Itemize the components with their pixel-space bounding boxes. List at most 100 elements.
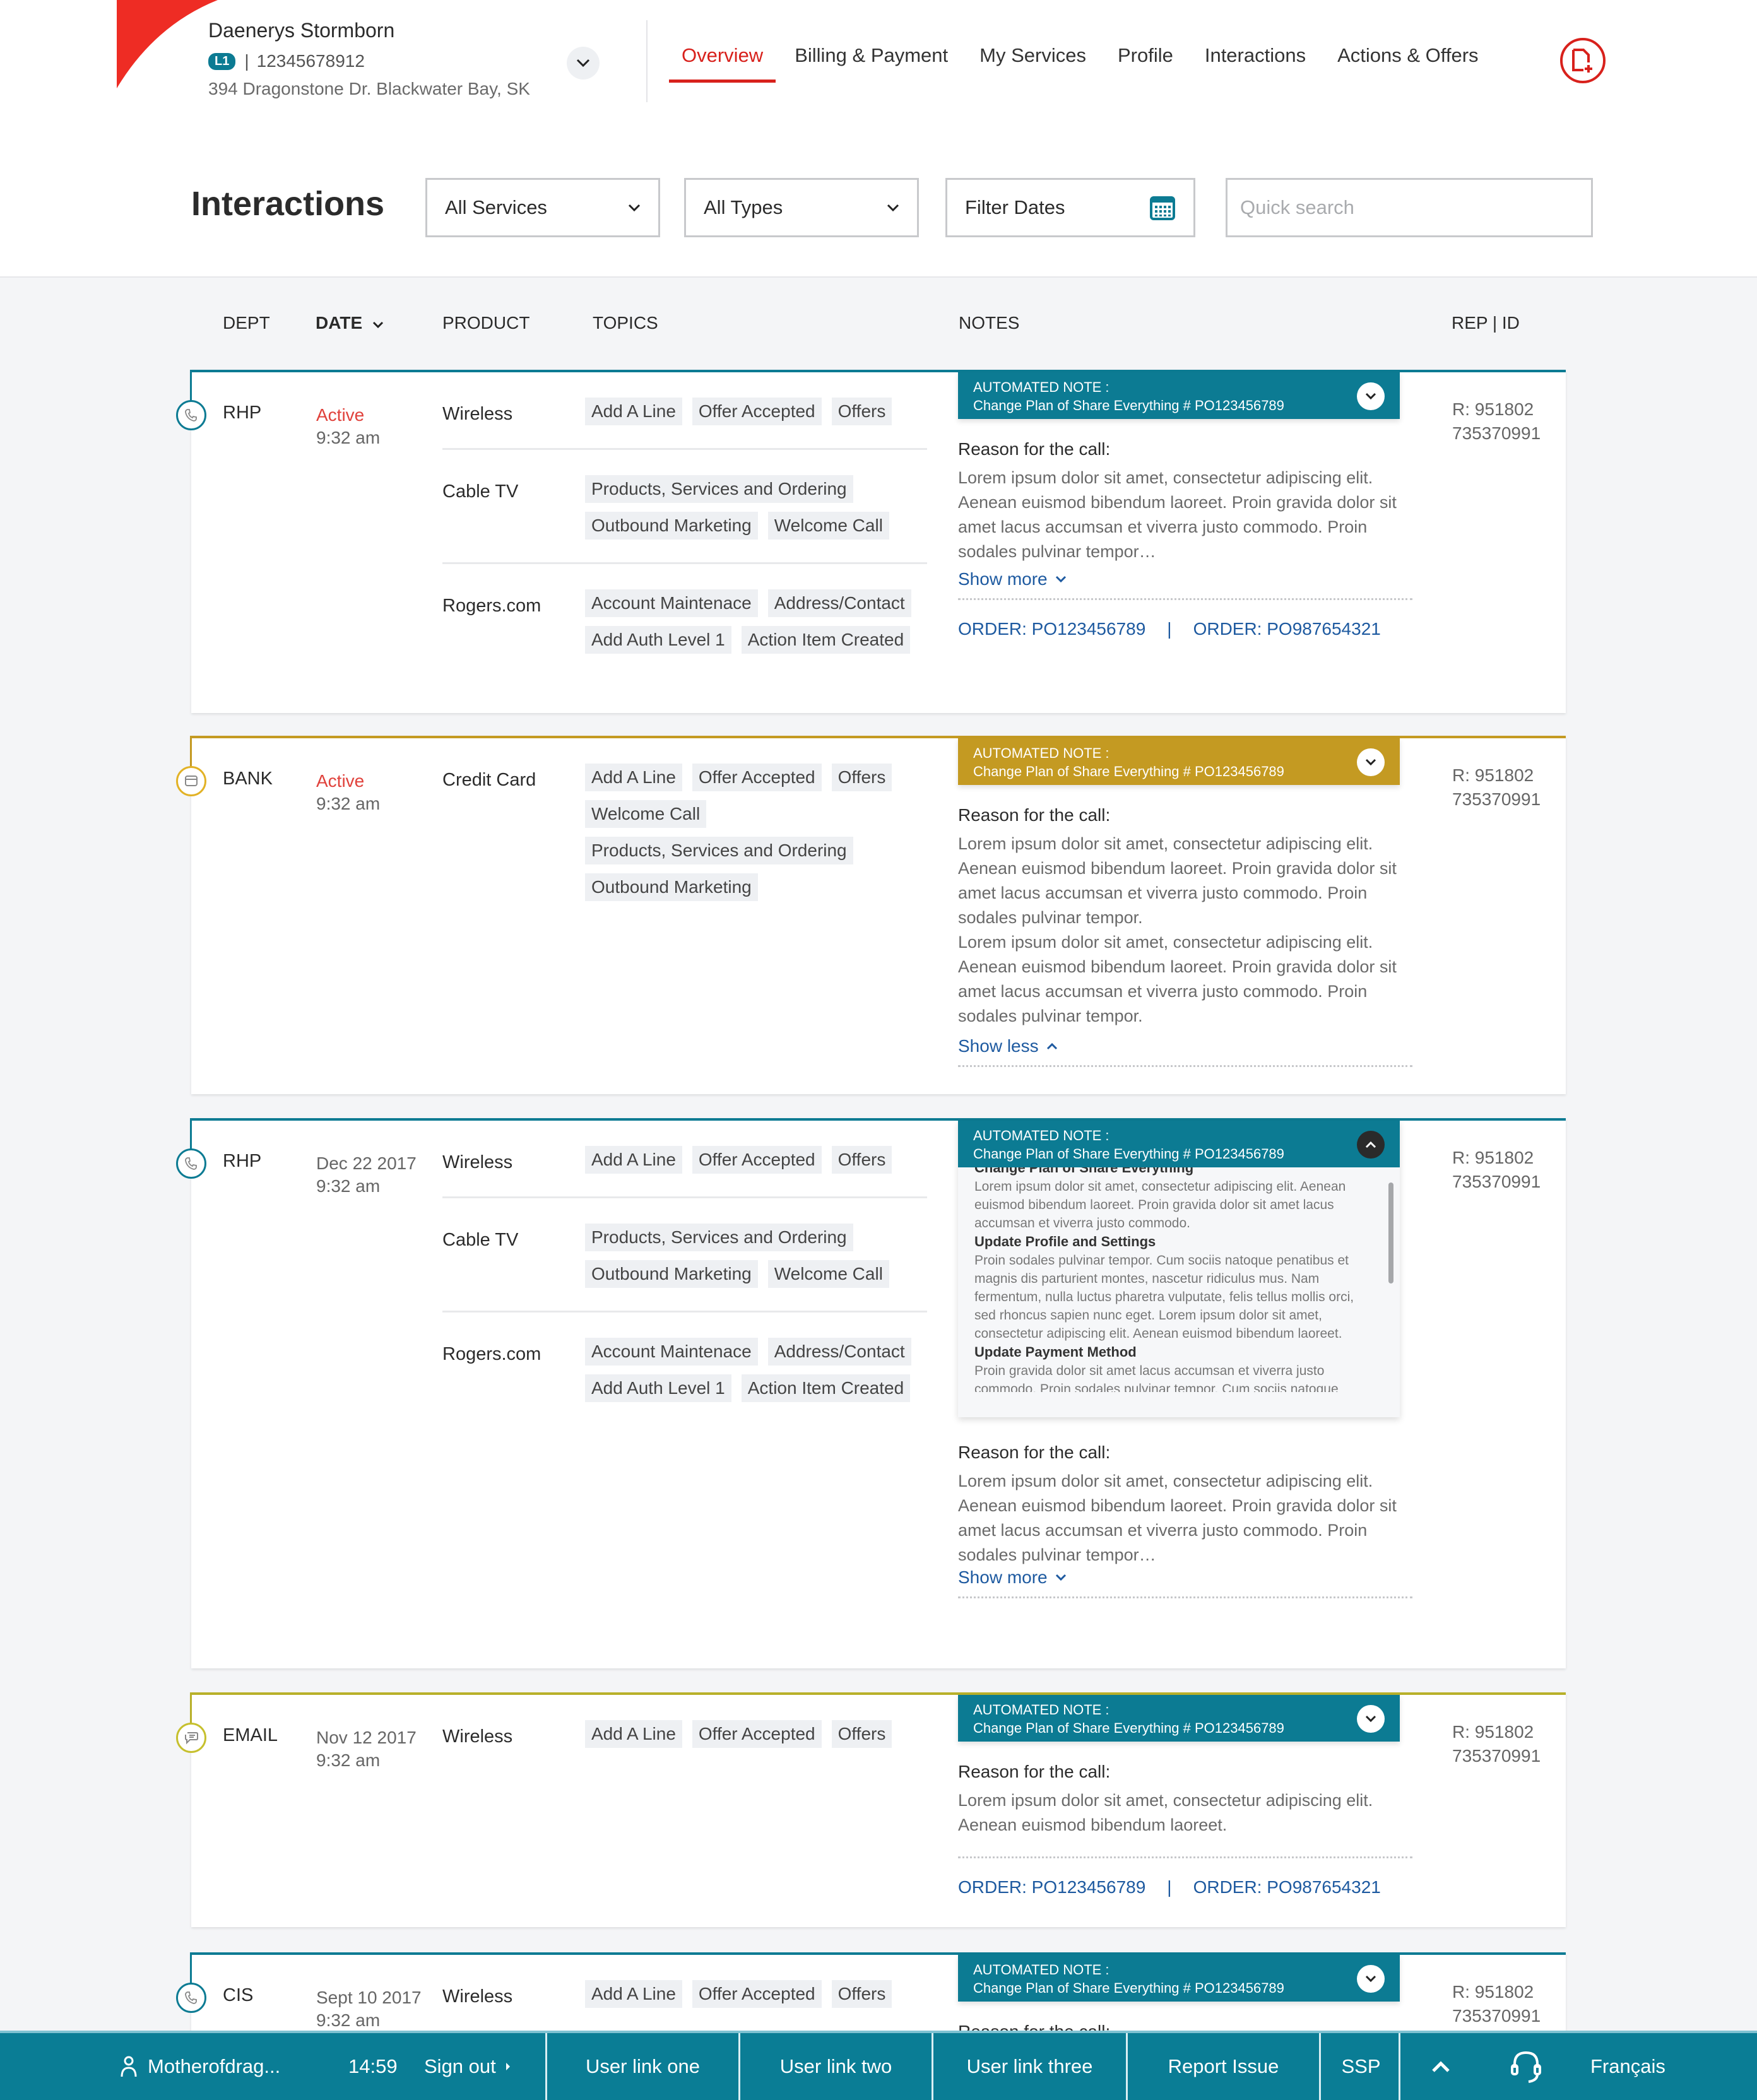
chat-bubble-icon: [176, 1723, 206, 1753]
timeline-line: [190, 736, 192, 770]
topic-chip: Outbound Marketing: [585, 512, 758, 540]
date-filter[interactable]: Filter Dates: [945, 178, 1195, 237]
interaction-id: 735370991: [1452, 789, 1541, 809]
status-active: Active: [316, 405, 365, 425]
types-filter-dropdown[interactable]: All Types: [684, 178, 919, 237]
sign-out-button[interactable]: Sign out: [424, 2033, 511, 2100]
topic-chip: Offer Accepted: [692, 398, 822, 425]
new-document-button[interactable]: [1560, 38, 1606, 83]
automated-note-label: AUTOMATED NOTE :: [973, 745, 1109, 761]
chevron-up-icon: [1365, 1141, 1376, 1148]
sign-out-label: Sign out: [424, 2055, 496, 2077]
column-header-date[interactable]: DATE: [316, 313, 384, 333]
product-group: Cable TV Products, Services and Ordering…: [442, 475, 927, 564]
phone-icon: [176, 400, 206, 430]
divider: [958, 1596, 1412, 1598]
show-more-link[interactable]: Show more: [958, 569, 1067, 589]
dept-label: EMAIL: [223, 1725, 278, 1745]
report-issue-link[interactable]: Report Issue: [1126, 2033, 1319, 2100]
order-link[interactable]: ORDER: PO123456789: [958, 1877, 1145, 1897]
rep-number: R: 951802: [1452, 1982, 1534, 2002]
chevron-up-icon: [1046, 1042, 1057, 1050]
product-group: Wireless Add A Line Offer Accepted Offer…: [442, 1720, 927, 1771]
column-header-product: PRODUCT: [442, 313, 530, 333]
show-more-link[interactable]: Show more: [958, 1567, 1067, 1588]
automated-note-banner: AUTOMATED NOTE : Change Plan of Share Ev…: [958, 1121, 1400, 1167]
nav-billing-payment[interactable]: Billing & Payment: [795, 44, 964, 67]
product-group: Wireless Add A Line Offer Accepted Offer…: [442, 398, 927, 450]
automated-note-label: AUTOMATED NOTE :: [973, 379, 1109, 395]
product-name: Rogers.com: [442, 1344, 541, 1364]
topic-chip: Add A Line: [585, 398, 682, 425]
nav-actions-offers[interactable]: Actions & Offers: [1337, 44, 1494, 67]
order-link[interactable]: ORDER: PO987654321: [1193, 619, 1381, 639]
automated-note-description: Change Plan of Share Everything # PO1234…: [973, 1720, 1284, 1736]
automated-note-expand-button[interactable]: [1357, 1705, 1385, 1733]
automated-note-content[interactable]: Change Plan of Share Everything Lorem ip…: [958, 1159, 1400, 1392]
nav-overview[interactable]: Overview: [668, 44, 779, 83]
product-list: Wireless Add A Line Offer Accepted Offer…: [442, 398, 927, 676]
automated-note-description: Change Plan of Share Everything # PO1234…: [973, 398, 1284, 413]
rep-number: R: 951802: [1452, 1722, 1534, 1742]
interaction-date: Active 9:32 am: [316, 770, 380, 815]
nav-interactions[interactable]: Interactions: [1205, 44, 1322, 67]
topic-chip: Outbound Marketing: [585, 1260, 758, 1288]
topic-chip: Offers: [831, 764, 892, 791]
footer-link-user-three[interactable]: User link three: [932, 2033, 1126, 2100]
header-divider: [646, 20, 648, 102]
rep-info: R: 951802 735370991: [1452, 1146, 1541, 1194]
interaction-card: EMAIL Nov 12 2017 9:32 am Wireless Add A…: [176, 1692, 1566, 1927]
date-filter-label: Filter Dates: [965, 196, 1065, 218]
interaction-time: 9:32 am: [316, 2010, 381, 2030]
order-link[interactable]: ORDER: PO123456789: [958, 619, 1145, 639]
topic-chip: Welcome Call: [585, 800, 707, 828]
column-header-date-label: DATE: [316, 313, 363, 333]
chevron-up-icon: [1431, 2061, 1450, 2072]
automated-note-label: AUTOMATED NOTE :: [973, 1702, 1109, 1718]
nav-my-services[interactable]: My Services: [979, 44, 1103, 67]
note-scrollbar[interactable]: [1388, 1183, 1393, 1283]
rep-number: R: 951802: [1452, 399, 1534, 419]
nav-profile[interactable]: Profile: [1118, 44, 1190, 67]
dept-label: RHP: [223, 1151, 262, 1171]
automated-note-banner: AUTOMATED NOTE : Change Plan of Share Ev…: [958, 1955, 1400, 2002]
phone-icon: [176, 1983, 206, 2013]
topic-chip: Action Item Created: [741, 626, 911, 654]
show-more-label: Show more: [958, 1567, 1048, 1587]
topic-chip: Account Maintenace: [585, 589, 758, 617]
automated-note-expand-button[interactable]: [1357, 748, 1385, 776]
footer-username: Motherofdrag...: [148, 2055, 281, 2077]
note-section-text: Proin gravida dolor sit amet lacus accum…: [974, 1364, 1339, 1392]
customer-details-toggle[interactable]: [567, 47, 600, 80]
product-group: Rogers.com Account Maintenace Address/Co…: [442, 589, 927, 676]
topic-chip: Offer Accepted: [692, 1980, 822, 2008]
dept-label: RHP: [223, 403, 262, 423]
services-filter-dropdown[interactable]: All Services: [425, 178, 660, 237]
order-link[interactable]: ORDER: PO987654321: [1193, 1877, 1381, 1897]
automated-note-expand-button[interactable]: [1357, 382, 1385, 410]
order-separator: |: [1167, 1877, 1172, 1897]
product-group: Cable TV Products, Services and Ordering…: [442, 1224, 927, 1312]
topic-chip: Outbound Marketing: [585, 873, 758, 901]
automated-note-expand-button[interactable]: [1357, 1965, 1385, 1993]
topic-chip: Account Maintenace: [585, 1338, 758, 1366]
interaction-id: 735370991: [1452, 1746, 1541, 1766]
rep-info: R: 951802 735370991: [1452, 1720, 1541, 1768]
automated-note-collapse-button[interactable]: [1357, 1131, 1385, 1159]
chevron-down-icon: [576, 59, 590, 68]
support-button[interactable]: [1506, 2033, 1546, 2100]
scroll-to-top-button[interactable]: [1399, 2033, 1481, 2100]
language-toggle[interactable]: Français: [1590, 2033, 1665, 2100]
ssp-link[interactable]: SSP: [1319, 2033, 1401, 2100]
footer-link-user-one[interactable]: User link one: [545, 2033, 738, 2100]
automated-note-description: Change Plan of Share Everything # PO1234…: [973, 1980, 1284, 1996]
quick-search-input[interactable]: [1226, 178, 1593, 237]
product-name: Cable TV: [442, 481, 519, 502]
show-less-link[interactable]: Show less: [958, 1036, 1058, 1056]
note-section-heading: Update Profile and Settings: [974, 1234, 1156, 1249]
interaction-id: 735370991: [1452, 2006, 1541, 2026]
interaction-date-value: Dec 22 2017: [316, 1153, 417, 1173]
topic-chip: Add A Line: [585, 764, 682, 791]
topic-chip: Offers: [831, 1146, 892, 1174]
footer-link-user-two[interactable]: User link two: [738, 2033, 932, 2100]
